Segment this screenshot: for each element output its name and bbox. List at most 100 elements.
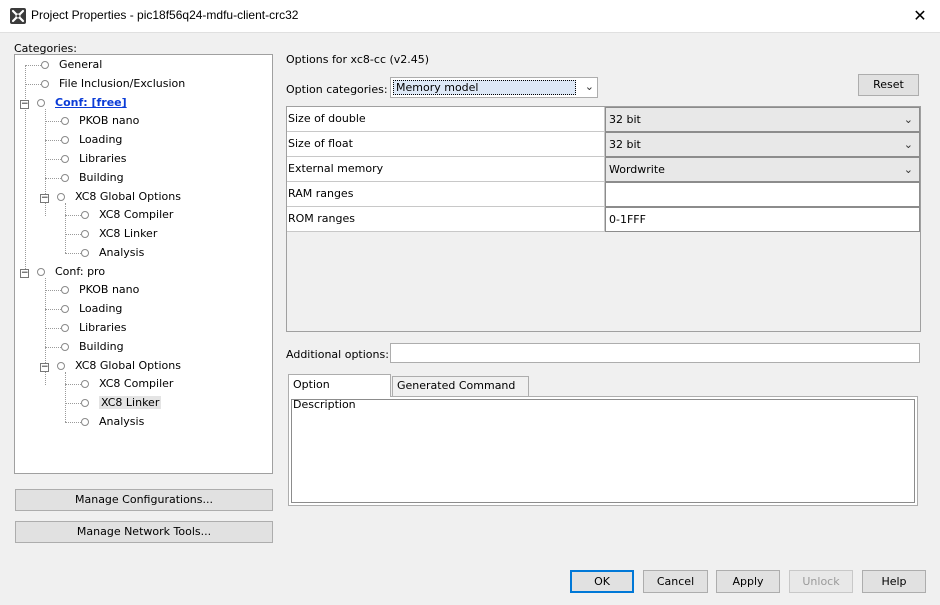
tree-item-xc8-linker[interactable]: XC8 Linker [81,225,157,243]
leaf-node-icon [61,324,69,332]
tree-item-label: Loading [79,133,123,146]
tree-item-label: Building [79,340,124,353]
tree-line [65,372,66,422]
tree-item-xc8-compiler[interactable]: XC8 Compiler [81,206,173,224]
manage-network-tools-button[interactable]: Manage Network Tools... [15,521,273,543]
options-title: Options for xc8-cc (v2.45) [286,53,430,66]
leaf-node-icon [81,230,89,238]
tree-line [65,422,81,423]
help-button[interactable]: Help [862,570,926,593]
leaf-node-icon [61,343,69,351]
property-row-ram-ranges: RAM ranges [287,182,920,207]
tree-item-label: Building [79,171,124,184]
collapse-toggle-icon[interactable]: − [20,100,29,109]
tree-line [25,65,41,66]
tree-item-libraries[interactable]: Libraries [61,319,127,337]
tree-item-label: General [59,58,103,71]
leaf-node-icon [41,61,49,69]
manage-configurations-button[interactable]: Manage Configurations... [15,489,273,511]
tree-item-label: XC8 Global Options [75,359,181,372]
project-properties-dialog: Categories: General File Inclusion/Exclu… [0,32,940,605]
ok-button[interactable]: OK [570,570,634,593]
title-bar: Project Properties - pic18f56q24-mdfu-cl… [0,0,940,32]
cancel-button[interactable]: Cancel [643,570,708,593]
tab-option-description[interactable]: Option Description [288,374,391,411]
option-description-panel [288,396,918,506]
tree-item-conf-pro[interactable]: − Conf: pro [20,263,105,281]
tree-item-label: Analysis [99,246,145,259]
tree-item-label: Analysis [99,415,145,428]
categories-tree[interactable]: General File Inclusion/Exclusion − Conf: … [14,54,273,474]
chevron-down-icon: ⌄ [903,163,913,176]
reset-button[interactable]: Reset [858,74,919,96]
tree-item-analysis[interactable]: Analysis [81,244,144,262]
tree-item-label: XC8 Compiler [99,208,174,221]
tree-item-conf-free[interactable]: − Conf: [free] [20,94,127,112]
property-value: Wordwrite [609,163,665,176]
tree-item-building[interactable]: Building [61,169,124,187]
tree-item-analysis[interactable]: Analysis [81,413,144,431]
tree-item-xc8-compiler[interactable]: XC8 Compiler [81,375,173,393]
property-name: RAM ranges [287,182,605,207]
leaf-node-icon [81,211,89,219]
close-icon[interactable]: ✕ [905,4,935,28]
tree-item-building[interactable]: Building [61,338,124,356]
property-row-size-of-double: Size of double 32 bit ⌄ [287,107,920,132]
property-row-rom-ranges: ROM ranges 0-1FFF [287,207,920,232]
leaf-node-icon [81,399,89,407]
tree-line [65,403,81,404]
tree-item-xc8-global-options[interactable]: − XC8 Global Options [40,357,181,375]
leaf-node-icon [81,380,89,388]
tree-line [25,84,41,85]
property-name: ROM ranges [287,207,605,232]
window-title: Project Properties - pic18f56q24-mdfu-cl… [31,8,299,22]
tree-item-xc8-linker-selected[interactable]: XC8 Linker [81,394,162,412]
tree-line [45,309,61,310]
size-of-double-select[interactable]: 32 bit ⌄ [605,107,920,132]
rom-ranges-input[interactable]: 0-1FFF [605,207,920,232]
tree-item-label: PKOB nano [79,114,140,127]
apply-button[interactable]: Apply [716,570,780,593]
tree-item-label: Libraries [79,152,127,165]
tree-item-file-inclusion[interactable]: File Inclusion/Exclusion [41,75,185,93]
ram-ranges-input[interactable] [605,182,920,207]
property-row-external-memory: External memory Wordwrite ⌄ [287,157,920,182]
tree-line [65,203,66,253]
collapse-toggle-icon[interactable]: − [40,363,49,372]
property-name: External memory [287,157,605,182]
external-memory-select[interactable]: Wordwrite ⌄ [605,157,920,182]
option-categories-label: Option categories: [286,83,388,96]
size-of-float-select[interactable]: 32 bit ⌄ [605,132,920,157]
leaf-node-icon [61,155,69,163]
chevron-down-icon: ⌄ [903,138,913,151]
property-name: Size of double [287,107,605,132]
tree-item-pkob-nano[interactable]: PKOB nano [61,112,139,130]
leaf-node-icon [61,305,69,313]
collapse-toggle-icon[interactable]: − [40,194,49,203]
property-sheet: Size of double 32 bit ⌄ Size of float 32… [286,106,921,332]
tree-item-loading[interactable]: Loading [61,131,122,149]
tree-item-label: XC8 Global Options [75,190,181,203]
tree-item-loading[interactable]: Loading [61,300,122,318]
collapse-toggle-icon[interactable]: − [20,269,29,278]
unlock-button[interactable]: Unlock [789,570,853,593]
leaf-node-icon [61,136,69,144]
additional-options-label: Additional options: [286,348,389,361]
leaf-node-icon [37,268,45,276]
tree-item-label: XC8 Compiler [99,377,174,390]
tree-item-pkob-nano[interactable]: PKOB nano [61,281,139,299]
tree-item-libraries[interactable]: Libraries [61,150,127,168]
option-categories-select[interactable]: Memory model ⌄ [390,77,598,98]
tree-line [45,347,61,348]
leaf-node-icon [61,117,69,125]
tree-item-label: XC8 Linker [99,227,158,240]
tree-item-xc8-global-options[interactable]: − XC8 Global Options [40,188,181,206]
tree-item-general[interactable]: General [41,56,102,74]
tab-generated-command-line[interactable]: Generated Command Line [392,376,529,410]
additional-options-input[interactable] [390,343,920,363]
tree-item-label: Libraries [79,321,127,334]
tree-line [45,328,61,329]
leaf-node-icon [57,362,65,370]
tree-line [45,121,61,122]
tree-line [45,159,61,160]
